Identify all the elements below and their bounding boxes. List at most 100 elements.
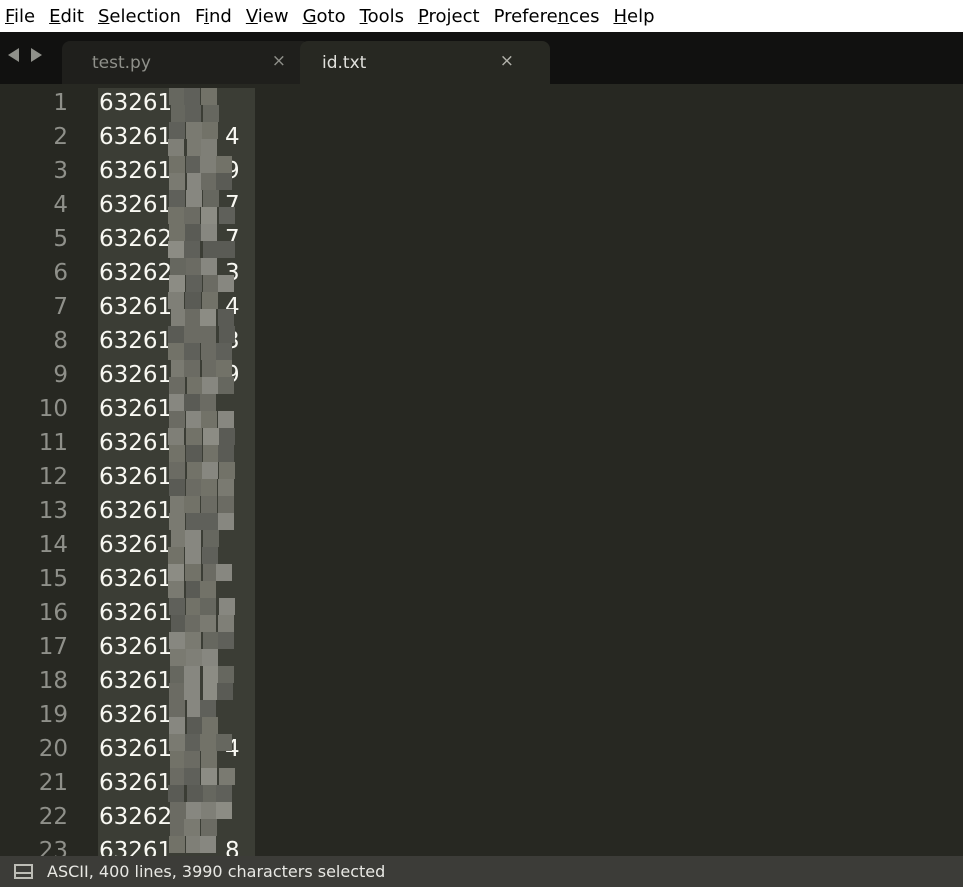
menu-label-pre: F: [194, 5, 204, 27]
menu-label-rest: roject: [428, 5, 480, 27]
redaction-cell: [187, 462, 203, 479]
redaction-cell: [219, 768, 235, 785]
editor-line[interactable]: 20 63261 4: [0, 732, 963, 766]
menu-file[interactable]: File: [5, 6, 35, 27]
editor-line[interactable]: 7 63261 4: [0, 290, 963, 324]
tab-label: id.txt: [322, 52, 367, 73]
menu-accelerator: S: [97, 5, 110, 27]
redaction-cell: [184, 819, 200, 836]
editor-line[interactable]: 3 63261 9: [0, 154, 963, 188]
editor-line[interactable]: 11 63261: [0, 426, 963, 460]
redaction-cell: [203, 105, 219, 122]
redaction-cell: [200, 615, 216, 632]
redaction-cell: [169, 598, 185, 615]
editor-line[interactable]: 2 63261 4: [0, 120, 963, 154]
redaction-cell: [218, 496, 234, 513]
editor-line[interactable]: 13 63261: [0, 494, 963, 528]
redaction-cell: [219, 326, 235, 343]
menu-selection[interactable]: Selection: [98, 6, 181, 27]
line-number: 12: [38, 464, 68, 490]
line-text: 63261: [99, 532, 173, 558]
redaction-cell: [185, 632, 201, 649]
line-text: 63261: [99, 600, 173, 626]
redaction-cell: [168, 581, 184, 598]
redaction-cell: [168, 292, 184, 309]
redaction-cell: [184, 326, 200, 343]
editor-line[interactable]: 21 63261: [0, 766, 963, 800]
line-number: 1: [53, 90, 68, 116]
editor-line[interactable]: 15 63261: [0, 562, 963, 596]
redaction-cell: [168, 564, 184, 581]
editor-line[interactable]: 9 63261 9: [0, 358, 963, 392]
line-number: 18: [38, 668, 68, 694]
editor-line[interactable]: 23 63261 8: [0, 834, 963, 856]
tab-test-py[interactable]: test.py ×: [62, 41, 310, 84]
redaction-cell: [200, 326, 216, 343]
redaction-cell: [168, 139, 184, 156]
editor-line[interactable]: 22 63262: [0, 800, 963, 834]
editor-line[interactable]: 8632613: [0, 324, 963, 358]
menu-goto[interactable]: Goto: [303, 6, 346, 27]
line-text: 63261: [99, 770, 173, 796]
redaction-cell: [200, 581, 216, 598]
redaction-cell: [219, 241, 235, 258]
redaction-cell: [170, 649, 186, 666]
editor-line[interactable]: 5 63262 7: [0, 222, 963, 256]
editor-line[interactable]: 17 63261: [0, 630, 963, 664]
redaction-cell: [202, 377, 218, 394]
menu-accelerator: P: [417, 5, 429, 27]
menu-edit[interactable]: Edit: [49, 6, 84, 27]
redaction-cell: [184, 88, 200, 105]
editor-line[interactable]: 10 63261: [0, 392, 963, 426]
line-text: 63261: [99, 736, 173, 762]
redaction-cell: [218, 632, 234, 649]
line-text: 63261: [99, 124, 173, 150]
redaction-cell: [168, 785, 184, 802]
redaction-cell: [168, 326, 184, 343]
close-icon[interactable]: ×: [272, 53, 286, 70]
redaction-cell: [186, 258, 202, 275]
editor-line[interactable]: 16 63261: [0, 596, 963, 630]
tab-id-txt[interactable]: id.txt ×: [300, 41, 550, 84]
redaction-cell: [186, 479, 202, 496]
redaction-cell: [169, 411, 185, 428]
editor-line[interactable]: 18 63261: [0, 664, 963, 698]
editor-line[interactable]: 6 63262 3: [0, 256, 963, 290]
close-icon[interactable]: ×: [500, 53, 514, 70]
panel-toggle-icon[interactable]: [14, 864, 33, 879]
menu-help[interactable]: Help: [613, 6, 654, 27]
menu-tools[interactable]: Tools: [360, 6, 404, 27]
redaction-cell: [185, 224, 201, 241]
editor-area[interactable]: 1 63261 2 63261 4 3 63261 9 4 63261 7 5 63262 7 6 63262…: [0, 84, 963, 856]
line-number: 20: [38, 736, 68, 762]
arrow-right-icon[interactable]: [31, 48, 42, 62]
menu-find[interactable]: Find: [195, 6, 232, 27]
editor-line[interactable]: 19 63261: [0, 698, 963, 732]
line-text: 63261: [99, 294, 173, 320]
menu-bar: File Edit Selection Find View Goto Tools Projec…: [0, 0, 963, 32]
redaction-cell: [218, 309, 234, 326]
redaction-cell: [169, 632, 185, 649]
editor-line[interactable]: 14 63261: [0, 528, 963, 562]
line-text: 63261: [99, 158, 173, 184]
redaction-cell: [201, 139, 217, 156]
line-text: 63261: [99, 362, 173, 388]
redaction-cell: [185, 105, 201, 122]
editor-line[interactable]: 1 63261: [0, 86, 963, 120]
menu-preferences[interactable]: Preferences: [494, 6, 600, 27]
line-text: 63262: [99, 226, 173, 252]
editor-line[interactable]: 12 63261: [0, 460, 963, 494]
redaction-cell: [218, 411, 234, 428]
menu-view[interactable]: View: [246, 6, 289, 27]
redaction-cell: [186, 513, 202, 530]
line-number: 5: [53, 226, 68, 252]
redaction-cell: [202, 292, 218, 309]
arrow-left-icon[interactable]: [8, 48, 19, 62]
redaction-cell: [202, 462, 218, 479]
menu-project[interactable]: Project: [418, 6, 480, 27]
redaction-cell: [218, 377, 234, 394]
redaction-cell: [186, 122, 202, 139]
editor-line[interactable]: 4 63261 7: [0, 188, 963, 222]
redaction-cell: [169, 479, 185, 496]
redaction-cell: [187, 377, 203, 394]
